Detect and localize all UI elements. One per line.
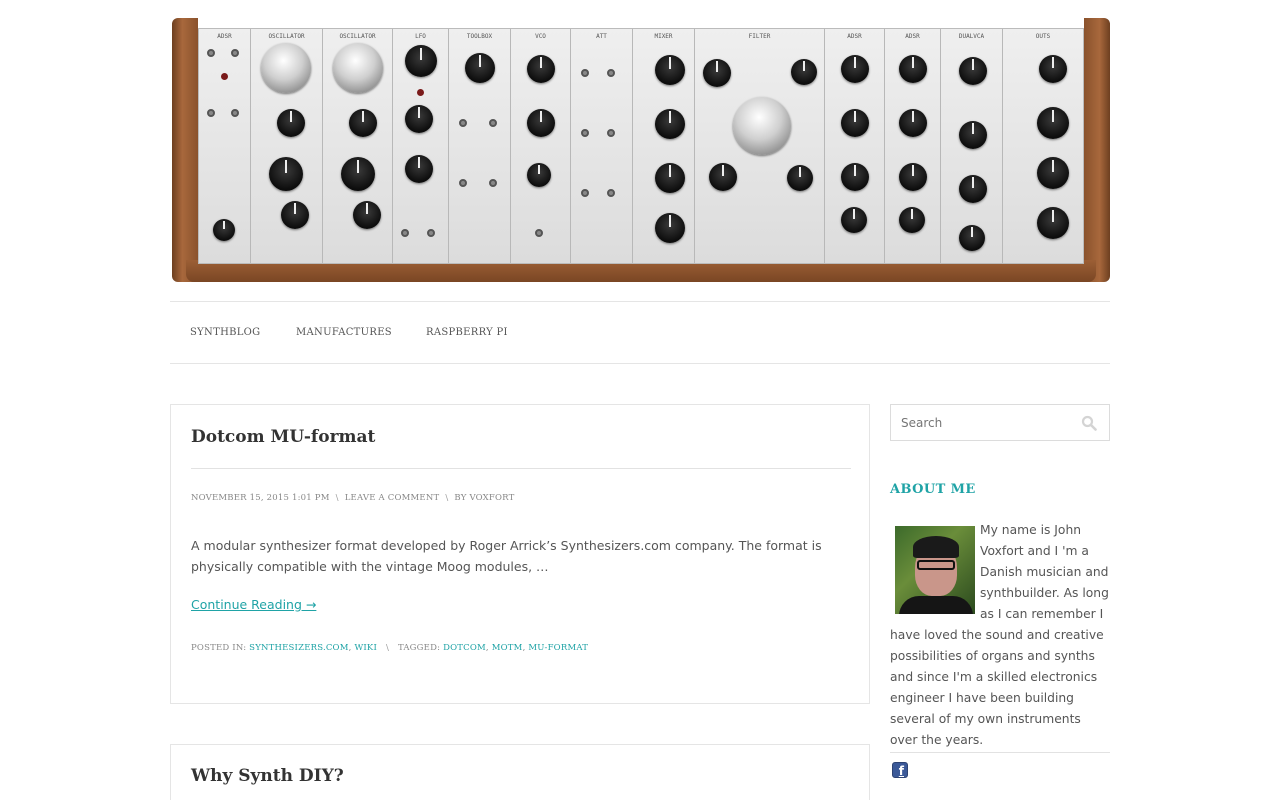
search-input[interactable] <box>901 413 1071 433</box>
synth-module: OUTS <box>1003 29 1083 263</box>
by-prefix: BY <box>454 493 467 503</box>
post-date[interactable]: NOVEMBER 15, 2015 1:01 PM <box>191 493 330 503</box>
module-label: OSCILLATOR <box>339 33 376 40</box>
tag-link-dotcom[interactable]: DOTCOM <box>443 643 486 653</box>
header-synth-image: ADSR OSCILLATOR OSCILLATOR LFO TOOLBOX V… <box>172 18 1110 282</box>
about-me-title: ABOUT ME <box>890 482 976 497</box>
category-link-wiki[interactable]: WIKI <box>354 643 377 653</box>
synth-module: MIXER <box>633 29 695 263</box>
facebook-icon[interactable]: f <box>892 762 908 778</box>
synth-module: FILTER <box>695 29 825 263</box>
tag-link-motm[interactable]: MOTM <box>492 643 523 653</box>
synth-module: VCO <box>511 29 571 263</box>
synth-module: OSCILLATOR <box>323 29 393 263</box>
avatar <box>895 526 975 614</box>
module-label: LFO <box>415 33 426 40</box>
posted-in-prefix: POSTED IN: <box>191 643 247 653</box>
post-excerpt: A modular synthesizer format developed b… <box>191 538 822 574</box>
continue-reading-link[interactable]: Continue Reading → <box>191 597 316 612</box>
module-label: MIXER <box>654 33 673 40</box>
post-card: Dotcom MU-format NOVEMBER 15, 2015 1:01 … <box>170 404 870 704</box>
main-navigation: SYNTHBLOG MANUFACTURES RASPBERRY PI <box>170 301 1110 364</box>
post-title[interactable]: Why Synth DIY? <box>191 766 344 786</box>
tag-link-mu-format[interactable]: MU-FORMAT <box>528 643 588 653</box>
synth-module: DUALVCA <box>941 29 1003 263</box>
synth-panel: ADSR OSCILLATOR OSCILLATOR LFO TOOLBOX V… <box>198 28 1084 264</box>
synth-module: ADSR <box>825 29 885 263</box>
module-label: VCO <box>535 33 546 40</box>
category-link-synthesizers[interactable]: SYNTHESIZERS.COM <box>249 643 348 653</box>
module-label: OSCILLATOR <box>268 33 305 40</box>
cabinet-side-right <box>1084 18 1110 282</box>
module-label: ATT <box>596 33 607 40</box>
leave-comment-link[interactable]: LEAVE A COMMENT <box>345 493 440 503</box>
search-icon[interactable] <box>1081 415 1097 431</box>
module-label: TOOLBOX <box>466 33 493 40</box>
module-label: ADSR <box>217 33 232 40</box>
synth-module: ADSR <box>885 29 941 263</box>
synth-module: ADSR <box>199 29 251 263</box>
synth-module: OSCILLATOR <box>251 29 323 263</box>
post-taxonomy: POSTED IN: SYNTHESIZERS.COM, WIKI \ TAGG… <box>191 643 589 653</box>
synth-module: ATT <box>571 29 633 263</box>
post-author-link[interactable]: VOXFORT <box>469 493 514 503</box>
synth-module: TOOLBOX <box>449 29 511 263</box>
post-divider <box>191 468 851 469</box>
search-box <box>890 404 1110 441</box>
about-me-widget: My name is John Voxfort and I 'm a Danis… <box>890 520 1112 751</box>
nav-item-synthblog[interactable]: SYNTHBLOG <box>190 327 260 338</box>
nav-item-raspberry-pi[interactable]: RASPBERRY PI <box>426 327 508 338</box>
post-title[interactable]: Dotcom MU-format <box>191 427 375 447</box>
module-label: ADSR <box>905 33 920 40</box>
module-label: DUALVCA <box>958 33 985 40</box>
post-card: Why Synth DIY? <box>170 744 870 800</box>
post-meta: NOVEMBER 15, 2015 1:01 PM \ LEAVE A COMMEN… <box>191 493 515 503</box>
nav-item-manufactures[interactable]: MANUFACTURES <box>296 327 392 338</box>
module-label: FILTER <box>748 33 771 40</box>
cabinet-side-left <box>172 18 198 282</box>
module-label: ADSR <box>847 33 862 40</box>
synth-module: LFO <box>393 29 449 263</box>
sidebar-divider <box>890 752 1110 753</box>
module-label: OUTS <box>1035 33 1051 40</box>
tagged-prefix: TAGGED: <box>397 643 441 653</box>
